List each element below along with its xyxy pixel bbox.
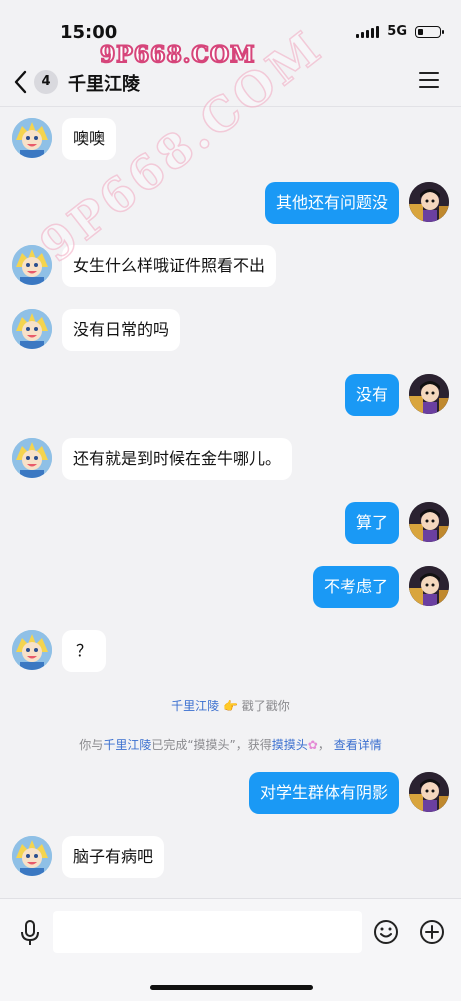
self-avatar[interactable] [409,182,449,222]
message-bubble[interactable]: 算了 [344,502,399,544]
menu-button[interactable] [419,72,439,90]
back-button[interactable] [10,68,34,96]
notice-sep: ， [317,738,330,752]
contact-avatar[interactable] [12,630,52,670]
plus-circle-icon [420,920,444,944]
chat-header: 4 千里江陵 [0,58,461,107]
smiley-icon [374,920,398,944]
nudge-notice: 千里江陵 👉 戳了戳你 [0,697,461,714]
status-time: 15:00 [60,22,118,43]
message-bubble[interactable]: 其他还有问题没 [264,182,399,224]
message-bubble[interactable]: 不考虑了 [312,566,399,608]
pointing-hand-icon: 👉 [223,699,238,713]
nudge-sender-link[interactable]: 千里江陵 [171,699,219,713]
message-bubble[interactable]: ？ [62,630,107,672]
message-bubble[interactable]: 没有日常的吗 [62,309,181,351]
notice-reward[interactable]: 摸摸头 [272,738,308,752]
message-row: 其他还有问题没 [0,182,461,226]
chevron-left-icon [14,70,27,94]
contact-avatar[interactable] [12,836,52,876]
status-indicators: 5G [356,24,444,39]
home-indicator [150,985,313,990]
nudge-action: 戳了戳你 [241,699,290,713]
message-bubble[interactable]: 脑子有病吧 [62,836,165,878]
view-details-link[interactable]: 查看详情 [334,738,382,752]
message-bubble[interactable]: 还有就是到时候在金牛哪儿。 [62,438,293,480]
message-row: 没有 [0,374,461,418]
self-avatar[interactable] [409,566,449,606]
emoji-button[interactable] [373,919,399,945]
message-bubble[interactable]: 对学生群体有阴影 [248,772,399,814]
message-input[interactable] [53,911,362,953]
contact-avatar[interactable] [12,309,52,349]
battery-icon [415,25,444,38]
voice-button[interactable] [18,919,42,947]
self-avatar[interactable] [409,772,449,812]
microphone-icon [21,920,39,945]
signal-icon [356,25,380,38]
message-bubble[interactable]: 女生什么样哦证件照看不出 [62,245,277,287]
notice-prefix: 你与 [79,738,104,752]
unread-count-badge[interactable]: 4 [34,70,58,94]
interaction-notice: 你与千里江陵已完成“摸摸头”，获得摸摸头✿， 查看详情 [0,736,461,753]
self-avatar[interactable] [409,374,449,414]
chat-title: 千里江陵 [68,74,140,95]
self-avatar[interactable] [409,502,449,542]
notice-mid: 已完成“摸摸头”，获得 [151,738,272,752]
contact-avatar[interactable] [12,438,52,478]
message-row: 对学生群体有阴影 [0,772,461,816]
network-label: 5G [387,24,407,39]
message-row: 算了 [0,502,461,546]
notice-user-link[interactable]: 千里江陵 [103,738,151,752]
contact-avatar[interactable] [12,118,52,158]
contact-avatar[interactable] [12,245,52,285]
more-button[interactable] [419,919,445,945]
flower-icon: ✿ [307,738,318,752]
message-bubble[interactable]: 没有 [344,374,399,416]
message-bubble[interactable]: 噢噢 [62,118,117,160]
message-row: 不考虑了 [0,566,461,610]
